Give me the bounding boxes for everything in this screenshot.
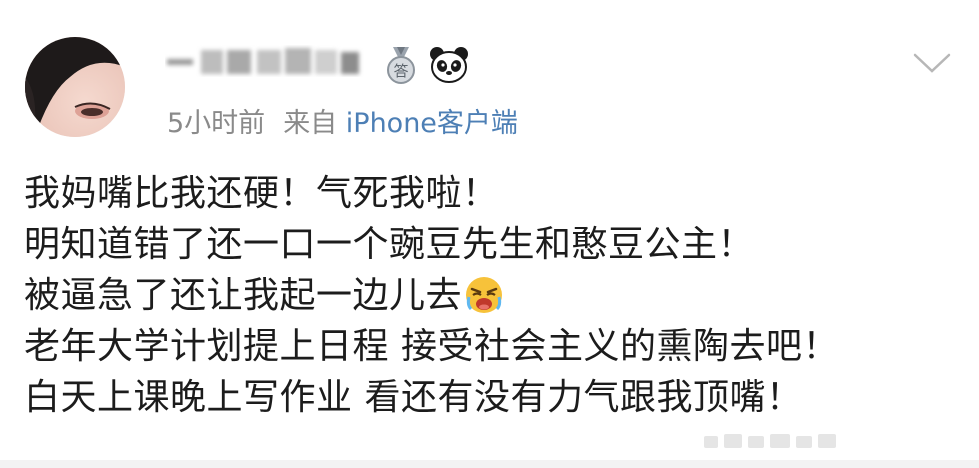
post-text-line-1: 我妈嘴比我还硬！气死我啦！: [24, 173, 499, 214]
svg-text:答: 答: [393, 62, 408, 80]
medal-icon[interactable]: 答: [382, 45, 420, 85]
source-prefix: 来自: [283, 108, 338, 139]
chevron-down-icon[interactable]: [912, 52, 952, 74]
post-text-line-5: 白天上课晚上写作业 看还有没有力气跟我顶嘴！: [24, 377, 803, 418]
post-text-line-2: 明知道错了还一口一个豌豆先生和憨豆公主！: [24, 224, 755, 265]
watermark-logo: [700, 428, 860, 454]
post-content: 我妈嘴比我还硬！气死我啦！ 明知道错了还一口一个豌豆先生和憨豆公主！ 被逼急了还…: [24, 168, 964, 423]
post-text-line-4: 老年大学计划提上日程 接受社会主义的熏陶去吧！: [24, 326, 839, 367]
panda-icon[interactable]: [428, 45, 470, 85]
divider: [0, 460, 979, 468]
source-link[interactable]: iPhone客户端: [346, 108, 518, 139]
post-meta: 5小时前 来自 iPhone客户端: [167, 106, 518, 142]
crying-face-emoji: [464, 275, 504, 315]
weibo-post: 答 5小时前 来自 iPhone客户端 我妈嘴比我还硬！气死我啦！ 明知道错了还一…: [0, 0, 979, 468]
post-text-line-3-text: 被逼急了还让我起一边儿去: [24, 275, 463, 316]
post-time: 5小时前: [167, 108, 266, 139]
username-blurred[interactable]: [165, 42, 365, 82]
avatar[interactable]: [25, 37, 125, 137]
post-text-line-3: 被逼急了还让我起一边儿去: [24, 270, 964, 321]
